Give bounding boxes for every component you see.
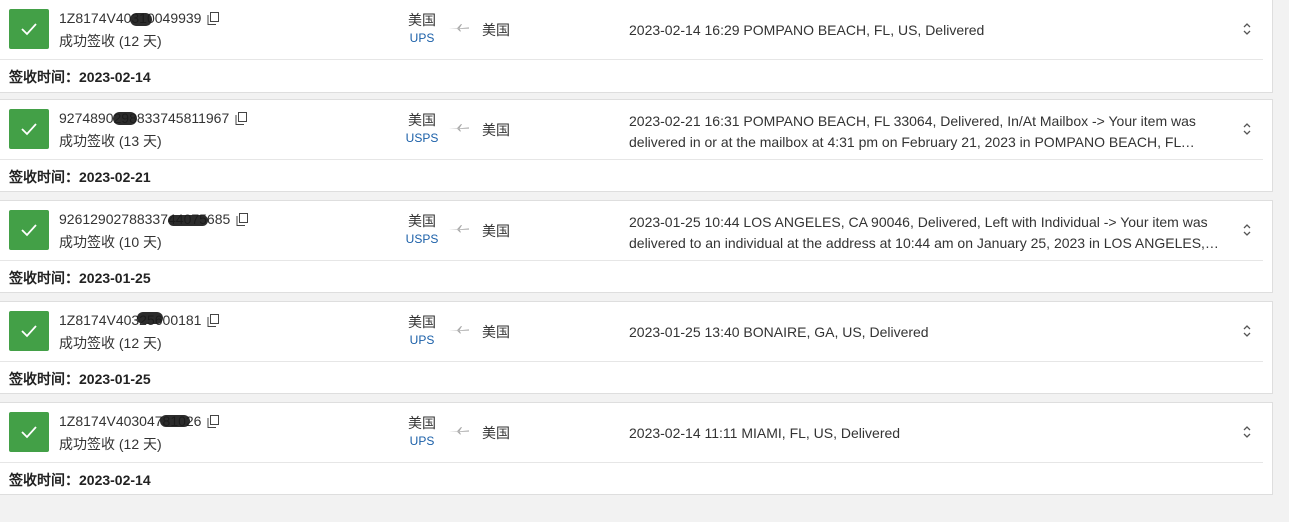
sign-date-row: 签收时间：2023-01-25 — [9, 268, 151, 288]
expand-chevron-icon[interactable] — [1240, 424, 1254, 440]
shipment-card: 9261290278833744075685 成功签收 (10 天) 美国 US… — [0, 200, 1273, 293]
origin-info: 美国 UPS — [398, 415, 446, 449]
latest-event: 2023-01-25 10:44 LOS ANGELES, CA 90046, … — [629, 214, 1208, 251]
delivery-status: 成功签收 (10 天) — [59, 234, 162, 250]
tracking-number-text: 9274890298833745811967 — [59, 110, 230, 126]
carrier-link[interactable]: UPS — [398, 31, 446, 46]
redaction-mark — [168, 215, 208, 226]
latest-event: 2023-02-14 16:29 POMPANO BEACH, FL, US, … — [629, 22, 985, 38]
carrier-link[interactable]: UPS — [398, 434, 446, 449]
carrier-link[interactable]: USPS — [398, 232, 446, 247]
copy-icon[interactable] — [207, 414, 220, 428]
sign-date-label: 签收时间： — [9, 472, 79, 488]
destination-country: 美国 — [482, 22, 510, 38]
check-icon — [9, 109, 49, 149]
shipment-summary-row[interactable]: 1Z8174V40325600181 成功签收 (12 天) 美国 UPS 美国… — [0, 302, 1273, 361]
shipment-list: 1Z8174V40310049939 成功签收 (12 天) 美国 UPS 美国… — [0, 0, 1289, 522]
origin-info: 美国 UPS — [398, 12, 446, 46]
latest-event: 2023-02-21 16:31 POMPANO BEACH, FL 33064… — [629, 113, 1196, 150]
plane-icon — [449, 124, 469, 132]
check-icon — [9, 412, 49, 452]
shipment-summary-row[interactable]: 9274890298833745811967 成功签收 (13 天) 美国 US… — [0, 100, 1273, 159]
destination-country: 美国 — [482, 223, 510, 239]
sign-date-value: 2023-01-25 — [79, 371, 151, 387]
redaction-mark — [130, 13, 152, 26]
carrier-link[interactable]: USPS — [398, 131, 446, 146]
destination-country: 美国 — [482, 122, 510, 138]
origin-info: 美国 USPS — [398, 213, 446, 247]
expand-chevron-icon[interactable] — [1240, 323, 1254, 339]
sign-date-row: 签收时间：2023-02-14 — [9, 67, 151, 87]
shipment-summary-row[interactable]: 1Z8174V40310049939 成功签收 (12 天) 美国 UPS 美国… — [0, 0, 1273, 59]
origin-country: 美国 — [408, 213, 436, 229]
delivery-status: 成功签收 (12 天) — [59, 436, 162, 452]
carrier-link[interactable]: UPS — [398, 333, 446, 348]
origin-info: 美国 USPS — [398, 112, 446, 146]
tracking-number-text: 1Z8174V40325600181 — [59, 312, 202, 328]
divider — [0, 159, 1263, 160]
check-icon — [9, 9, 49, 49]
shipment-summary-row[interactable]: 9261290278833744075685 成功签收 (10 天) 美国 US… — [0, 201, 1273, 260]
divider — [0, 59, 1263, 60]
expand-chevron-icon[interactable] — [1240, 21, 1254, 37]
sign-date-value: 2023-02-14 — [79, 69, 151, 85]
origin-country: 美国 — [408, 415, 436, 431]
redaction-mark — [137, 312, 163, 324]
sign-date-value: 2023-02-14 — [79, 472, 151, 488]
sign-date-label: 签收时间： — [9, 371, 79, 387]
delivery-status: 成功签收 (13 天) — [59, 133, 162, 149]
destination-country: 美国 — [482, 324, 510, 340]
divider — [0, 260, 1263, 261]
shipment-card: 1Z8174V40310049939 成功签收 (12 天) 美国 UPS 美国… — [0, 0, 1273, 93]
origin-country: 美国 — [408, 12, 436, 28]
redaction-mark — [160, 415, 190, 427]
latest-event: 2023-02-14 11:11 MIAMI, FL, US, Delivere… — [629, 425, 901, 441]
check-icon — [9, 311, 49, 351]
copy-icon[interactable] — [207, 11, 220, 25]
shipment-card: 9274890298833745811967 成功签收 (13 天) 美国 US… — [0, 99, 1273, 192]
expand-chevron-icon[interactable] — [1240, 121, 1254, 137]
origin-country: 美国 — [408, 112, 436, 128]
origin-country: 美国 — [408, 314, 436, 330]
tracking-number: 1Z8174V40304781026 — [59, 413, 220, 429]
sign-date-row: 签收时间：2023-02-14 — [9, 470, 151, 490]
shipment-card: 1Z8174V40304781026 成功签收 (12 天) 美国 UPS 美国… — [0, 402, 1273, 495]
redaction-mark — [113, 112, 137, 125]
delivery-status: 成功签收 (12 天) — [59, 33, 162, 49]
shipment-card: 1Z8174V40325600181 成功签收 (12 天) 美国 UPS 美国… — [0, 301, 1273, 394]
divider — [0, 462, 1263, 463]
plane-icon — [449, 24, 469, 32]
sign-date-value: 2023-02-21 — [79, 169, 151, 185]
sign-date-label: 签收时间： — [9, 169, 79, 185]
copy-icon[interactable] — [236, 212, 249, 226]
latest-event: 2023-01-25 13:40 BONAIRE, GA, US, Delive… — [629, 324, 929, 340]
plane-icon — [449, 326, 469, 334]
sign-date-row: 签收时间：2023-02-21 — [9, 167, 151, 187]
sign-date-label: 签收时间： — [9, 69, 79, 85]
sign-date-value: 2023-01-25 — [79, 270, 151, 286]
expand-chevron-icon[interactable] — [1240, 222, 1254, 238]
delivery-status: 成功签收 (12 天) — [59, 335, 162, 351]
copy-icon[interactable] — [235, 111, 248, 125]
shipment-summary-row[interactable]: 1Z8174V40304781026 成功签收 (12 天) 美国 UPS 美国… — [0, 403, 1273, 462]
sign-date-label: 签收时间： — [9, 270, 79, 286]
plane-icon — [449, 427, 469, 435]
destination-country: 美国 — [482, 425, 510, 441]
check-icon — [9, 210, 49, 250]
divider — [0, 361, 1263, 362]
plane-icon — [449, 225, 469, 233]
tracking-number: 9274890298833745811967 — [59, 110, 248, 126]
origin-info: 美国 UPS — [398, 314, 446, 348]
tracking-number: 9261290278833744075685 — [59, 211, 249, 227]
sign-date-row: 签收时间：2023-01-25 — [9, 369, 151, 389]
copy-icon[interactable] — [207, 313, 220, 327]
